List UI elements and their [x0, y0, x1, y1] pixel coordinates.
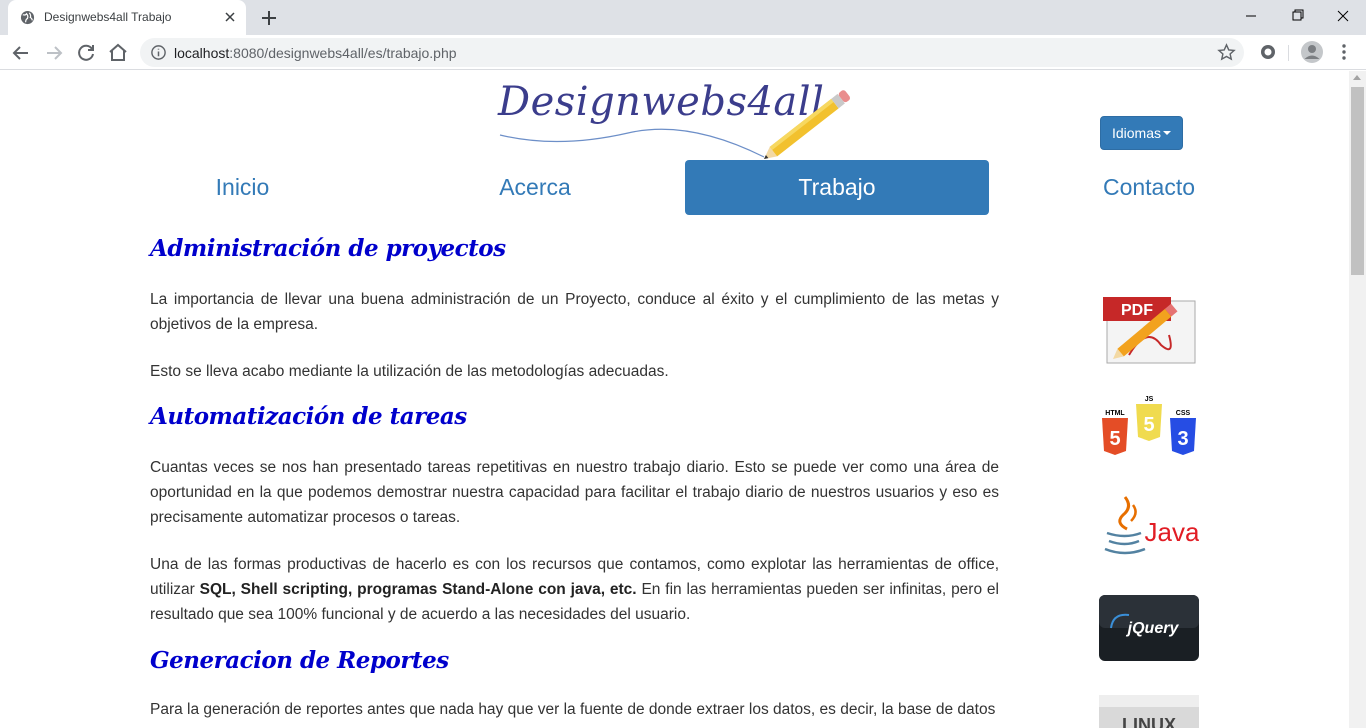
html-label: HTML [1105, 410, 1125, 417]
extension-icon[interactable] [1258, 42, 1278, 62]
scrollbar-thumb[interactable] [1351, 87, 1364, 275]
paragraph: Cuantas veces se nos han presentado tare… [150, 459, 999, 526]
browser-toolbar: localhost:8080/designwebs4all/es/trabajo… [0, 35, 1366, 70]
bold-text-run: SQL, Shell scripting, programas Stand-Al… [199, 581, 637, 598]
vertical-scrollbar[interactable] [1349, 71, 1366, 728]
url-text[interactable]: localhost:8080/designwebs4all/es/trabajo… [174, 45, 457, 61]
url-host: localhost [174, 45, 230, 61]
nav-inicio[interactable]: Inicio [150, 160, 335, 215]
globe-icon [20, 10, 35, 25]
pencil-logo-icon [499, 90, 851, 159]
page-viewport: Designwebs4all Idiomas Inicio Acerca Tra… [0, 71, 1349, 728]
jquery-label: jQuery [1126, 620, 1180, 637]
nav-label: Contacto [1102, 174, 1196, 200]
site-logo[interactable]: Designwebs4all [498, 77, 854, 167]
reload-icon[interactable] [74, 41, 98, 65]
pdf-image: PDF [1103, 297, 1196, 364]
tab-strip: Designwebs4all Trabajo [0, 0, 1366, 35]
info-icon[interactable] [150, 44, 167, 61]
address-bar[interactable]: localhost:8080/designwebs4all/es/trabajo… [140, 38, 1244, 67]
browser-tab[interactable]: Designwebs4all Trabajo [8, 0, 246, 35]
url-path: :8080/designwebs4all/es/trabajo.php [229, 45, 457, 61]
forward-icon[interactable] [42, 41, 66, 65]
jquery-logo-image: jQuery [1099, 595, 1199, 661]
section-title: Automatización de tareas [150, 403, 467, 430]
bookmark-star-icon[interactable] [1217, 43, 1236, 62]
home-icon[interactable] [106, 41, 130, 65]
css-number: 3 [1177, 428, 1188, 450]
profile-avatar-icon[interactable] [1300, 40, 1324, 64]
nav-label: Inicio [215, 174, 270, 200]
css-label: CSS [1176, 410, 1191, 417]
tab-title: Designwebs4all Trabajo [44, 10, 172, 24]
section-title: Administración de proyectos [150, 235, 506, 262]
menu-kebab-icon[interactable] [1334, 42, 1354, 62]
toolbar-separator [1288, 45, 1289, 61]
linux-logo-image: LINUX [1099, 695, 1199, 728]
section-title: Generacion de Reportes [150, 647, 449, 674]
js-label: JS [1145, 396, 1154, 403]
java-logo-image: Java [1104, 496, 1199, 555]
nav-label: Trabajo [798, 174, 876, 200]
minimize-icon[interactable] [1228, 0, 1274, 32]
pdf-label: PDF [1121, 302, 1153, 319]
nav-acerca[interactable]: Acerca [385, 160, 685, 215]
new-tab-icon[interactable] [258, 7, 280, 29]
language-dropdown-button[interactable]: Idiomas [1100, 116, 1183, 150]
paragraph-rich: Una de las formas productivas de hacerlo… [150, 552, 999, 627]
close-window-icon[interactable] [1320, 0, 1366, 32]
nav-contacto[interactable]: Contacto [1090, 160, 1208, 215]
js-number: 5 [1143, 414, 1154, 436]
paragraph: La importancia de llevar una buena admin… [150, 291, 999, 333]
close-tab-icon[interactable] [222, 9, 238, 25]
language-button-label: Idiomas [1111, 125, 1162, 141]
nav-label: Acerca [499, 174, 571, 200]
html-js-css-logos-image: HTML 5 JS 5 CSS 3 [1102, 396, 1196, 455]
linux-label: LINUX [1122, 715, 1176, 728]
nav-trabajo[interactable]: Trabajo [685, 160, 989, 215]
restore-icon[interactable] [1274, 0, 1320, 32]
html-number: 5 [1109, 428, 1120, 450]
back-icon[interactable] [9, 41, 33, 65]
java-label: Java [1145, 517, 1199, 547]
caret-down-icon [1163, 131, 1172, 135]
scroll-up-arrow-icon[interactable] [1353, 75, 1361, 80]
paragraph: Esto se lleva acabo mediante la utilizac… [150, 363, 669, 380]
paragraph: Para la generación de reportes antes que… [150, 701, 996, 718]
